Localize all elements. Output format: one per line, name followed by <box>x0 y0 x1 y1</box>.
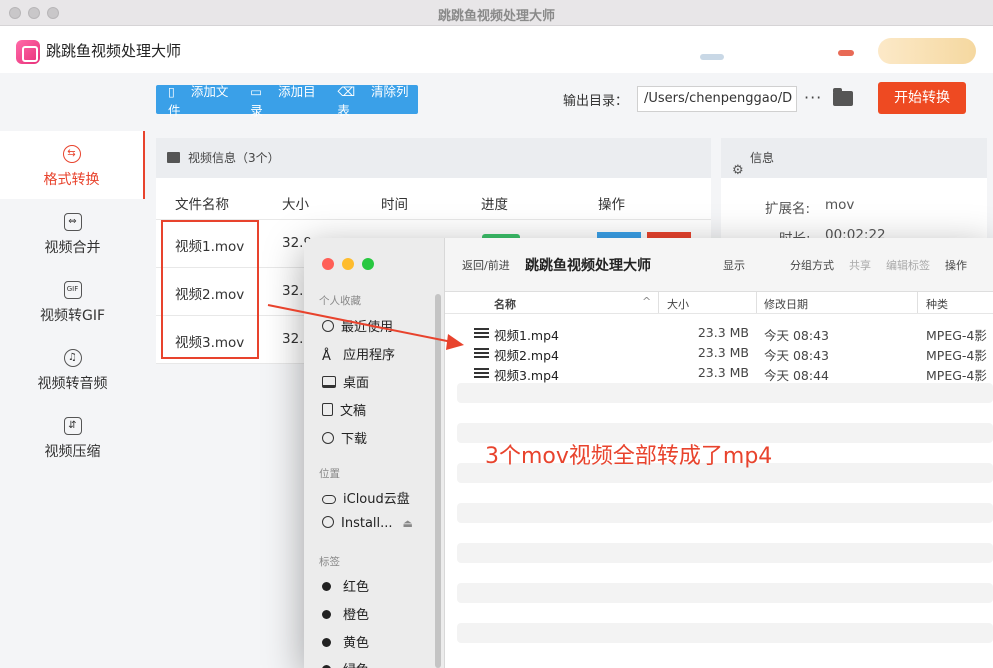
annotation-arrow <box>267 304 464 350</box>
annotation-text: 3个mov视频全部转成了mp4 <box>485 444 773 469</box>
